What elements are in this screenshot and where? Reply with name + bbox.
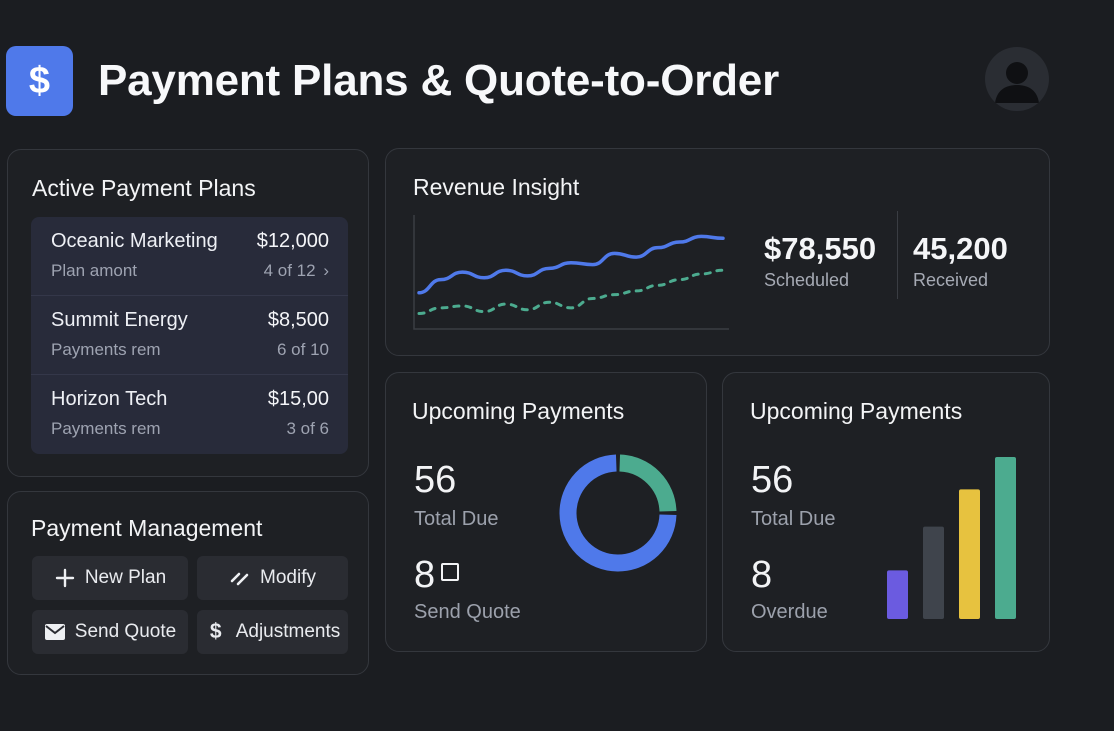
received-value: 45,200	[913, 231, 1008, 266]
upcoming-payments-bar-card: Upcoming Payments 56 Total Due 8 Overdue	[722, 372, 1050, 652]
card-title: Active Payment Plans	[32, 175, 256, 201]
line-series-1	[417, 234, 725, 295]
plan-subtitle: Payments rem	[51, 419, 161, 438]
revenue-insight-card: Revenue Insight $78,550 Scheduled 45,200…	[385, 148, 1050, 356]
dollar-icon: $	[28, 59, 51, 102]
send-quote-count: 8	[414, 554, 460, 597]
overdue-label: Overdue	[751, 601, 828, 623]
plan-name: Horizon Tech	[51, 388, 168, 410]
total-due-value: 56	[751, 459, 794, 501]
plan-progress: 4 of 12 ›	[264, 261, 329, 281]
scheduled-value: $78,550	[764, 231, 877, 266]
dollar-icon: $	[209, 620, 222, 643]
send-quote-value: 8	[414, 554, 436, 596]
plan-row-oceanic[interactable]: Oceanic Marketing $12,000 Plan amont 4 o…	[31, 217, 348, 296]
plan-amount: $12,000	[256, 230, 329, 252]
adjustments-button[interactable]: $ Adjustments	[197, 610, 348, 654]
plan-progress-text: 4 of 12	[263, 261, 316, 280]
plan-amount: $15,00	[267, 388, 329, 410]
plan-subtitle: Payments rem	[51, 340, 161, 359]
user-avatar-icon	[995, 62, 1039, 103]
send-quote-label: Send Quote	[414, 601, 521, 623]
plan-subtitle: Plan amont	[51, 261, 137, 280]
card-title: Payment Management	[31, 515, 263, 541]
payment-management-card: Payment Management New Plan Modify Send …	[7, 491, 369, 675]
envelope-icon	[44, 621, 66, 643]
plan-name: Summit Energy	[51, 309, 188, 331]
plan-name: Oceanic Marketing	[51, 230, 218, 252]
card-title: Upcoming Payments	[750, 398, 963, 424]
bar-1	[887, 570, 908, 619]
revenue-line-chart	[413, 215, 729, 330]
send-quote-label: Send Quote	[74, 621, 177, 642]
plans-list: Oceanic Marketing $12,000 Plan amont 4 o…	[31, 217, 348, 454]
donut-slice-1	[619, 454, 677, 512]
plan-row-summit[interactable]: Summit Energy $8,500 Payments rem 6 of 1…	[31, 296, 348, 375]
new-plan-label: New Plan	[84, 567, 167, 588]
plan-progress: 3 of 6	[286, 419, 329, 438]
card-title: Upcoming Payments	[412, 398, 625, 424]
send-quote-button[interactable]: Send Quote	[32, 610, 188, 654]
metric-divider	[897, 211, 898, 299]
modify-button[interactable]: Modify	[197, 556, 348, 600]
upcoming-bar-chart	[887, 457, 1016, 619]
bar-3	[959, 489, 980, 619]
overdue-value: 8	[751, 554, 773, 596]
avatar[interactable]	[985, 47, 1049, 111]
bar-4	[995, 457, 1016, 619]
adjustments-label: Adjustments	[235, 621, 341, 642]
card-title: Revenue Insight	[413, 174, 580, 200]
upcoming-donut-chart	[559, 454, 677, 572]
plan-row-horizon[interactable]: Horizon Tech $15,00 Payments rem 3 of 6	[31, 375, 348, 454]
upcoming-payments-donut-card: Upcoming Payments 56 Total Due 8 Send Qu…	[385, 372, 707, 652]
app-logo: $	[6, 46, 73, 116]
active-payment-plans-card: Active Payment Plans Oceanic Marketing $…	[7, 149, 369, 477]
bar-2	[923, 526, 944, 619]
scheduled-label: Scheduled	[764, 270, 850, 290]
page-title: Payment Plans & Quote-to-Order	[98, 56, 780, 105]
total-due-value: 56	[414, 459, 457, 501]
new-plan-button[interactable]: New Plan	[32, 556, 188, 600]
line-series-2	[417, 268, 725, 315]
modify-label: Modify	[260, 567, 316, 588]
edit-slash-icon	[229, 567, 251, 589]
total-due-label: Total Due	[751, 508, 836, 530]
plan-amount: $8,500	[267, 309, 329, 331]
total-due-label: Total Due	[414, 508, 499, 530]
received-label: Received	[913, 270, 989, 290]
square-icon	[441, 562, 460, 581]
plan-progress: 6 of 10	[277, 340, 329, 359]
chevron-right-icon: ›	[323, 261, 329, 280]
plus-icon	[54, 567, 76, 589]
